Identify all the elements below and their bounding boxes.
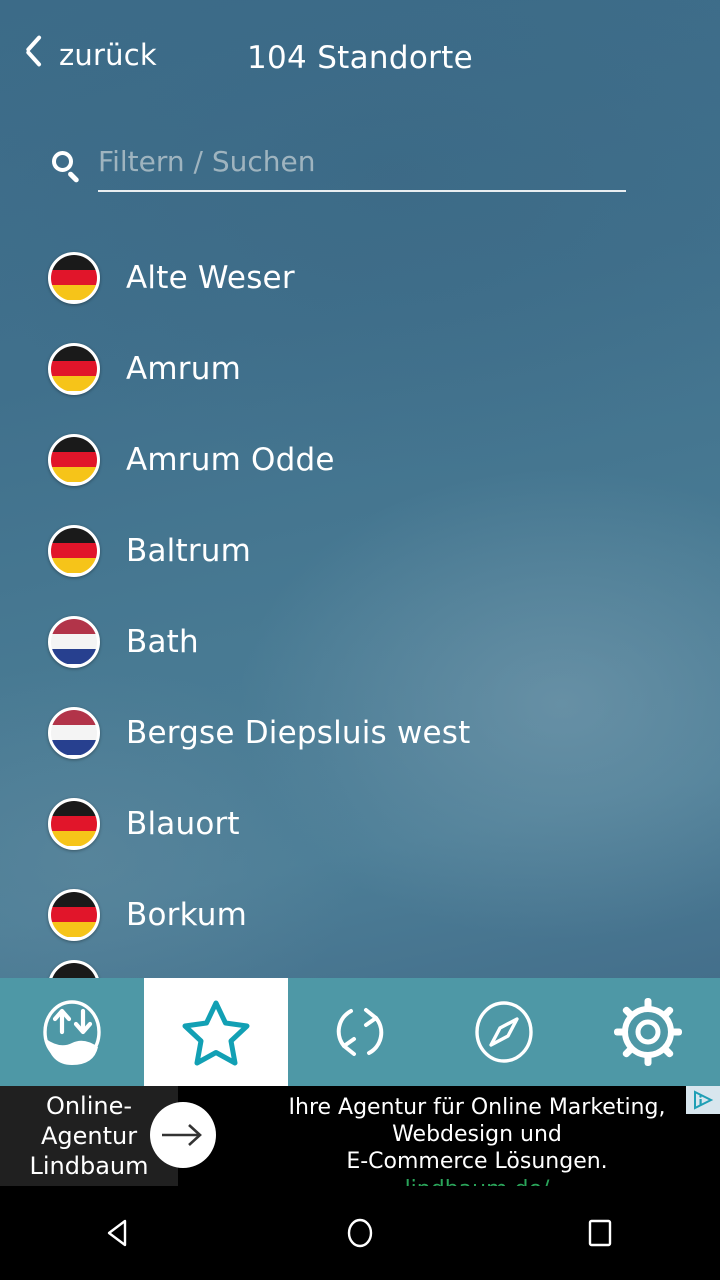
search-icon [48, 148, 84, 184]
ad-banner[interactable]: Online- Agentur Lindbaum Ihre Agentur fü… [0, 1086, 720, 1186]
flag-icon-nl [48, 706, 100, 759]
ad-brand-line-1: Online- [45, 1092, 133, 1120]
list-item-label: Alte Weser [126, 259, 295, 296]
list-item[interactable]: Baltrum [0, 505, 720, 596]
adchoices-icon[interactable] [686, 1086, 720, 1114]
list-item-label: Amrum Odde [126, 441, 335, 478]
flag-icon-de [48, 960, 100, 978]
flag-icon-de [48, 797, 100, 850]
flag-icon-de [48, 251, 100, 304]
tab-refresh[interactable] [288, 978, 432, 1086]
list-item[interactable] [0, 960, 720, 978]
locations-list[interactable]: Alte Weser Amrum Amrum Odde Baltrum Bath Berg… [0, 232, 720, 978]
tide-icon [36, 996, 108, 1068]
flag-icon-de [48, 888, 100, 941]
star-icon [179, 995, 253, 1069]
header: zurück 104 Standorte [0, 0, 720, 115]
list-item[interactable]: Bath [0, 596, 720, 687]
flag-icon-de [48, 433, 100, 486]
android-navigation-bar [0, 1186, 720, 1280]
list-item[interactable]: Amrum Odde [0, 414, 720, 505]
page-title: 104 Standorte [246, 40, 474, 76]
list-item-label: Bergse Diepsluis west [126, 714, 471, 751]
list-item-label: Blauort [126, 805, 240, 842]
bottom-tab-bar [0, 978, 720, 1086]
search-bar [48, 140, 626, 192]
android-back-icon[interactable] [0, 1213, 240, 1253]
ad-text: Ihre Agentur für Online Marketing, Webde… [178, 1086, 720, 1186]
tab-tide[interactable] [0, 978, 144, 1086]
list-item-label: Borkum [126, 896, 248, 933]
refresh-icon [324, 996, 396, 1068]
ad-brand-line-3: Lindbaum [29, 1152, 149, 1180]
tab-gear[interactable] [576, 978, 720, 1086]
list-item-label: Baltrum [126, 532, 252, 569]
app-screen: zurück 104 Standorte Alte Weser Amrum Amru… [0, 0, 720, 1280]
gear-icon [612, 996, 684, 1068]
ad-headline-line-2: E-Commerce Lösungen. [346, 1149, 608, 1174]
flag-icon-de [48, 524, 100, 577]
ad-url: lindbaum.de/ [405, 1177, 550, 1186]
arrow-right-icon [150, 1102, 216, 1168]
list-item[interactable]: Alte Weser [0, 232, 720, 323]
tab-star[interactable] [144, 978, 288, 1086]
search-input[interactable] [98, 140, 626, 192]
android-recents-icon[interactable] [480, 1213, 720, 1253]
list-item-label: Amrum [126, 350, 241, 387]
list-item-label: Bath [126, 623, 199, 660]
flag-icon-nl [48, 615, 100, 668]
list-item[interactable]: Amrum [0, 323, 720, 414]
list-item[interactable]: Blauort [0, 778, 720, 869]
flag-icon-de [48, 342, 100, 395]
ad-headline-line-1: Ihre Agentur für Online Marketing, Webde… [288, 1095, 666, 1147]
tab-compass[interactable] [432, 978, 576, 1086]
android-home-icon[interactable] [240, 1213, 480, 1253]
list-item[interactable]: Borkum [0, 869, 720, 960]
ad-brand-line-2: Agentur [40, 1122, 138, 1150]
compass-icon [468, 996, 540, 1068]
list-item[interactable]: Bergse Diepsluis west [0, 687, 720, 778]
